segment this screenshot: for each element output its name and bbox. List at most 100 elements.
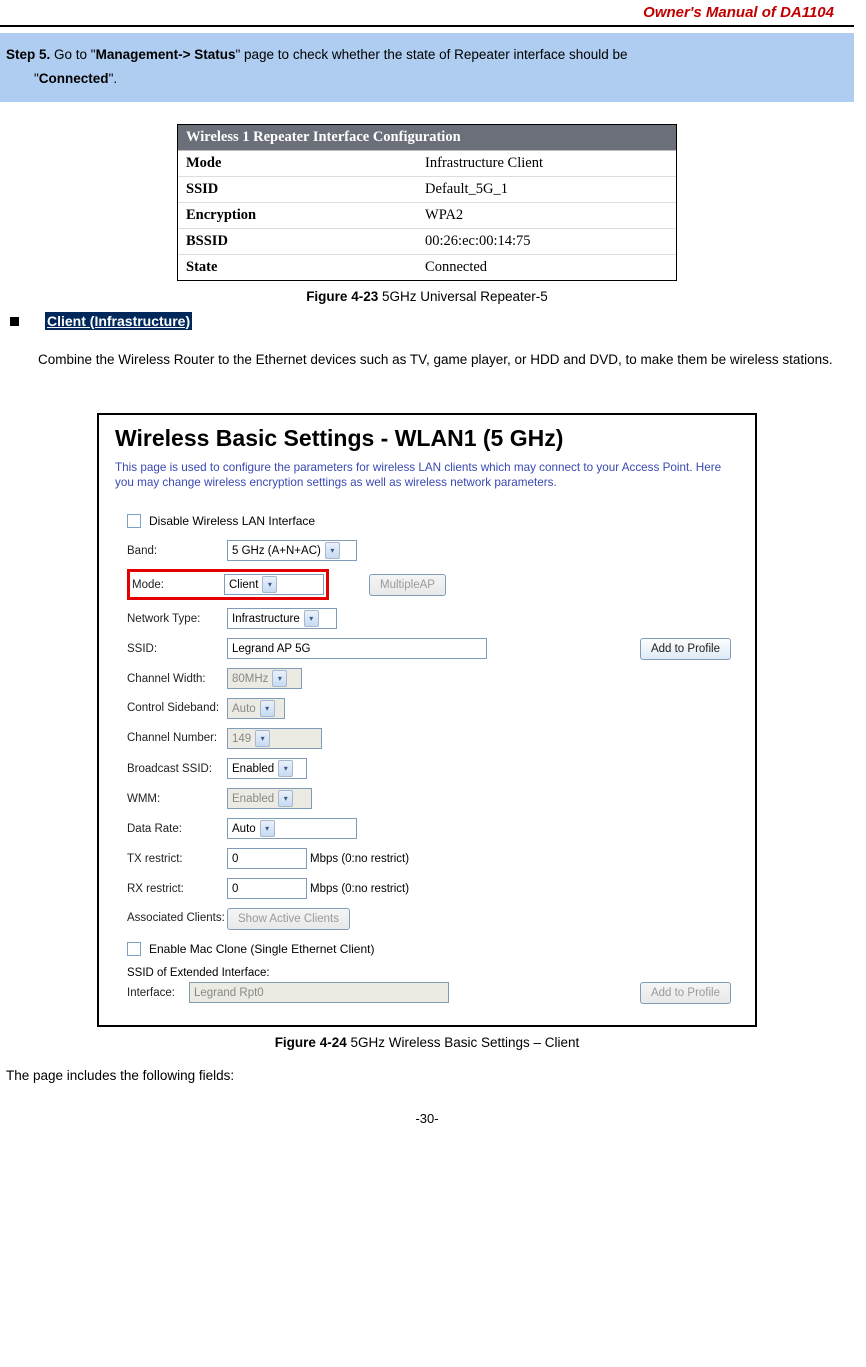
caption-rest: 5GHz Universal Repeater-5 — [378, 289, 548, 304]
ssid-extended-input: Legrand Rpt0 — [189, 982, 449, 1003]
control-sideband-value: Auto — [232, 703, 256, 715]
caption-bold: Figure 4-23 — [306, 289, 378, 304]
chevron-down-icon: ▾ — [262, 576, 277, 593]
band-value: 5 GHz (A+N+AC) — [232, 545, 321, 557]
rx-restrict-input[interactable]: 0 — [227, 878, 307, 899]
ssid-extended-value: Legrand Rpt0 — [194, 987, 264, 999]
broadcast-ssid-select[interactable]: Enabled ▾ — [227, 758, 307, 779]
multipleap-button: MultipleAP — [369, 574, 446, 596]
tx-mbps-note: Mbps (0:no restrict) — [310, 853, 409, 865]
figure-4-23-caption: Figure 4-23 5GHz Universal Repeater-5 — [306, 289, 548, 304]
wmm-label: WMM: — [127, 793, 227, 805]
wmm-value: Enabled — [232, 793, 274, 805]
data-rate-label: Data Rate: — [127, 823, 227, 835]
table-row: BSSID 00:26:ec:00:14:75 — [178, 229, 676, 255]
bullet-title: Client (Infrastructure) — [45, 312, 192, 330]
network-type-select[interactable]: Infrastructure ▾ — [227, 608, 337, 629]
channel-width-label: Channel Width: — [127, 673, 227, 685]
chevron-down-icon: ▾ — [272, 670, 287, 687]
rx-mbps-note: Mbps (0:no restrict) — [310, 883, 409, 895]
doc-header: Owner's Manual of DA1104 — [0, 0, 854, 27]
settings-page-desc: This page is used to configure the param… — [115, 460, 739, 492]
figure-4-23-screenshot: Wireless 1 Repeater Interface Configurat… — [177, 124, 677, 281]
row-value: 00:26:ec:00:14:75 — [417, 229, 676, 254]
chevron-down-icon: ▾ — [260, 700, 275, 717]
chevron-down-icon: ▾ — [255, 730, 270, 747]
row-label: BSSID — [178, 229, 417, 254]
step-text-4: ". — [109, 71, 118, 86]
broadcast-ssid-value: Enabled — [232, 763, 274, 775]
data-rate-select[interactable]: Auto ▾ — [227, 818, 357, 839]
disable-wlan-label: Disable Wireless LAN Interface — [149, 514, 315, 528]
ssid-value: Legrand AP 5G — [232, 643, 310, 655]
ssid-input[interactable]: Legrand AP 5G — [227, 638, 487, 659]
row-value: Infrastructure Client — [417, 151, 676, 176]
add-to-profile-button[interactable]: Add to Profile — [640, 638, 731, 660]
ssid-label: SSID: — [127, 643, 227, 655]
channel-width-value: 80MHz — [232, 673, 268, 685]
disable-wlan-checkbox[interactable] — [127, 514, 141, 528]
table-row: Encryption WPA2 — [178, 203, 676, 229]
row-label: State — [178, 255, 417, 280]
mac-clone-row: Enable Mac Clone (Single Ethernet Client… — [127, 937, 739, 960]
page-number: -30- — [0, 1083, 854, 1130]
network-type-value: Infrastructure — [232, 613, 300, 625]
step-callout: Step 5. Go to "Management-> Status" page… — [0, 33, 854, 102]
channel-number-value: 149 — [232, 733, 251, 745]
step-label: Step 5. — [6, 47, 50, 62]
figure-4-24-caption: Figure 4-24 5GHz Wireless Basic Settings… — [275, 1035, 580, 1050]
repeater-config-title: Wireless 1 Repeater Interface Configurat… — [178, 125, 676, 151]
band-label: Band: — [127, 545, 227, 557]
chevron-down-icon: ▾ — [260, 820, 275, 837]
paragraph: Combine the Wireless Router to the Ether… — [0, 334, 854, 381]
chevron-down-icon: ▾ — [278, 790, 293, 807]
tx-restrict-label: TX restrict: — [127, 853, 227, 865]
data-rate-value: Auto — [232, 823, 256, 835]
ssid-extended-label: SSID of Extended Interface: — [127, 967, 270, 979]
row-value: Connected — [417, 255, 676, 280]
row-label: Encryption — [178, 203, 417, 228]
wmm-select: Enabled ▾ — [227, 788, 312, 809]
show-active-clients-button: Show Active Clients — [227, 908, 350, 930]
broadcast-ssid-label: Broadcast SSID: — [127, 763, 227, 775]
row-label: SSID — [178, 177, 417, 202]
bullet-heading: Client (Infrastructure) — [0, 310, 854, 334]
step-bold-1: Management-> Status — [96, 47, 236, 62]
row-label: Mode — [178, 151, 417, 176]
mode-label: Mode: — [132, 579, 224, 591]
table-row: SSID Default_5G_1 — [178, 177, 676, 203]
step-bold-2: Connected — [39, 71, 109, 86]
chevron-down-icon: ▾ — [304, 610, 319, 627]
ssid-ext-sublabel-empty: Interface: — [127, 987, 189, 999]
chevron-down-icon: ▾ — [325, 542, 340, 559]
figure-4-24-screenshot: Wireless Basic Settings - WLAN1 (5 GHz) … — [97, 413, 757, 1028]
row-value: Default_5G_1 — [417, 177, 676, 202]
channel-width-select: 80MHz ▾ — [227, 668, 302, 689]
settings-page-title: Wireless Basic Settings - WLAN1 (5 GHz) — [115, 425, 739, 452]
channel-number-select: 149 ▾ — [227, 728, 322, 749]
control-sideband-label: Control Sideband: — [127, 702, 227, 715]
mode-highlight: Mode: Client ▾ — [127, 569, 329, 600]
table-row: Mode Infrastructure Client — [178, 151, 676, 177]
mode-select[interactable]: Client ▾ — [224, 574, 324, 595]
step-text-1: Go to " — [50, 47, 95, 62]
tx-restrict-input[interactable]: 0 — [227, 848, 307, 869]
mac-clone-checkbox[interactable] — [127, 942, 141, 956]
table-row: State Connected — [178, 255, 676, 280]
step-text-2: " page to check whether the state of Rep… — [235, 47, 627, 62]
mode-value: Client — [229, 579, 258, 591]
chevron-down-icon: ▾ — [278, 760, 293, 777]
mac-clone-label: Enable Mac Clone (Single Ethernet Client… — [149, 942, 374, 956]
rx-restrict-label: RX restrict: — [127, 883, 227, 895]
ssid-extended-row: SSID of Extended Interface: — [127, 967, 739, 979]
channel-number-label: Channel Number: — [127, 732, 227, 745]
caption-bold: Figure 4-24 — [275, 1035, 347, 1050]
caption-rest: 5GHz Wireless Basic Settings – Client — [347, 1035, 580, 1050]
control-sideband-select: Auto ▾ — [227, 698, 285, 719]
row-value: WPA2 — [417, 203, 676, 228]
network-type-label: Network Type: — [127, 613, 227, 625]
band-select[interactable]: 5 GHz (A+N+AC) ▾ — [227, 540, 357, 561]
tx-restrict-value: 0 — [232, 853, 238, 865]
disable-wlan-row: Disable Wireless LAN Interface — [127, 509, 739, 532]
square-bullet-icon — [10, 317, 19, 326]
